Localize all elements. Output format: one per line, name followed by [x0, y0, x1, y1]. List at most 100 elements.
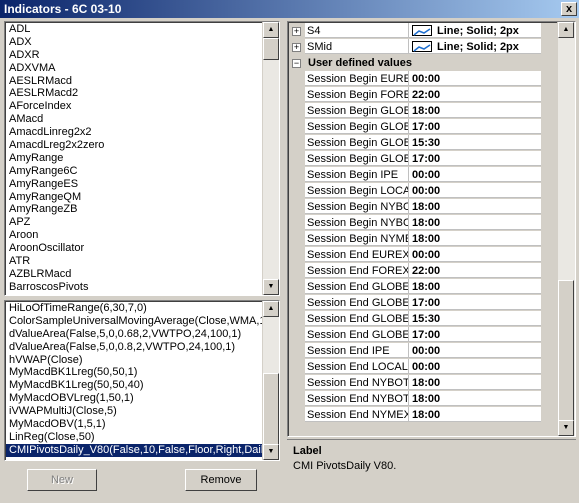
property-value[interactable]: Line; Solid; 2px [409, 39, 541, 54]
list-item[interactable]: AmyRange6C [6, 165, 262, 178]
list-item[interactable]: CMIPivotsDaily_V80(False,10,False,Floor,… [6, 443, 262, 457]
property-value[interactable]: 15:30 [409, 135, 541, 150]
row-gutter [289, 183, 305, 199]
list-item[interactable]: AMacd [6, 113, 262, 126]
applied-indicators-list[interactable]: HiLoOfTimeRange(6,30,7,0) ColorSampleUniv… [4, 300, 280, 461]
row-gutter: − [289, 55, 305, 71]
line-style-icon [412, 25, 432, 36]
property-value[interactable]: 18:00 [409, 103, 541, 118]
list-item[interactable]: MyMacdOBVLreg(1,50,1) [6, 392, 262, 405]
expand-icon[interactable]: + [292, 27, 301, 36]
scroll-down-icon[interactable]: ▼ [558, 420, 574, 436]
description-title: Label [293, 445, 322, 457]
property-value[interactable]: 18:00 [409, 215, 541, 230]
property-grid[interactable]: + S4 Line; Solid; 2px + SMid Line; Solid; 2px… [287, 21, 576, 437]
property-value[interactable]: 00:00 [409, 183, 541, 198]
list-item[interactable]: AESLRMacd2 [6, 87, 262, 100]
property-value[interactable]: 18:00 [409, 199, 541, 214]
indicator-list-scrollbar[interactable]: ▲ ▼ [262, 22, 279, 295]
remove-button[interactable]: Remove [185, 469, 257, 491]
list-item[interactable]: APZ [6, 216, 262, 229]
property-value[interactable]: 18:00 [409, 279, 541, 294]
property-value[interactable]: 17:00 [409, 151, 541, 166]
list-item[interactable]: iVWAPMultiJ(Close,5) [6, 405, 262, 418]
scroll-down-icon[interactable]: ▼ [263, 444, 279, 460]
list-item[interactable]: LinReg(Close,50) [6, 431, 262, 444]
applied-list-scrollbar[interactable]: ▲ ▼ [262, 301, 279, 460]
list-item[interactable]: ADL [6, 23, 262, 36]
property-value[interactable]: 00:00 [409, 71, 541, 86]
property-value[interactable]: 18:00 [409, 375, 541, 390]
list-item[interactable]: AZBLRMacd [6, 268, 262, 281]
close-button[interactable]: x [561, 2, 577, 16]
list-item[interactable]: AmacdLreg2x2zero [6, 139, 262, 152]
property-name: Session End GLOBEX Int [305, 311, 409, 326]
list-item[interactable]: dValueArea(False,5,0,0.8,2,VWTPO,24,100,… [6, 341, 262, 354]
list-item[interactable]: BarroscosPivots [6, 281, 262, 294]
list-item[interactable]: ColorSampleUniversalMovingAverage(Close,… [6, 315, 262, 328]
list-item[interactable]: Aroon [6, 229, 262, 242]
new-button[interactable]: New [27, 469, 97, 491]
row-gutter [289, 151, 305, 167]
list-item[interactable]: AmacdLinreg2x2 [6, 126, 262, 139]
property-value[interactable]: 18:00 [409, 231, 541, 246]
list-item[interactable]: AmyRangeZB [6, 203, 262, 216]
list-item[interactable]: ADXR [6, 49, 262, 62]
property-name: Session End LOCAL [305, 359, 409, 374]
property-name: Session Begin GLOBEX [305, 135, 409, 150]
property-name: Session End FOREX (GM [305, 263, 409, 278]
property-name: S4 [305, 23, 409, 38]
scroll-down-icon[interactable]: ▼ [263, 279, 279, 295]
property-value[interactable]: 18:00 [409, 407, 541, 422]
property-name: Session Begin FOREX (GM [305, 87, 409, 102]
collapse-icon[interactable]: − [292, 59, 301, 68]
property-value[interactable]: Line; Solid; 2px [409, 23, 541, 38]
list-item[interactable]: ADXVMA [6, 62, 262, 75]
list-item[interactable]: MyMacdBK1Lreg(50,50,1) [6, 366, 262, 379]
list-item[interactable]: MyMacdOBV(1,5,1) [6, 418, 262, 431]
scroll-thumb[interactable] [263, 38, 279, 60]
list-item[interactable]: MyMacdBK1Lreg(50,50,40) [6, 379, 262, 392]
list-item[interactable]: ADX [6, 36, 262, 49]
indicator-list[interactable]: ADL ADX ADXR ADXVMA AESLRMacd AESLRMacd2 AForc… [4, 21, 280, 296]
property-name: Session End IPE [305, 343, 409, 358]
row-gutter [289, 215, 305, 231]
property-value[interactable]: 15:30 [409, 311, 541, 326]
property-value[interactable]: 17:00 [409, 295, 541, 310]
property-value[interactable]: 22:00 [409, 263, 541, 278]
property-value[interactable]: 17:00 [409, 119, 541, 134]
property-name: Session End NYBOT [305, 375, 409, 390]
property-value[interactable]: 22:00 [409, 87, 541, 102]
list-item[interactable]: AmyRangeQM [6, 191, 262, 204]
list-item[interactable]: AroonOscillator [6, 242, 262, 255]
property-grid-scrollbar[interactable]: ▲ ▼ [557, 22, 575, 436]
property-value[interactable]: 00:00 [409, 359, 541, 374]
row-gutter [289, 167, 305, 183]
property-value[interactable]: 18:00 [409, 391, 541, 406]
scroll-up-icon[interactable]: ▲ [263, 301, 279, 317]
list-item[interactable]: AESLRMacd [6, 75, 262, 88]
line-style-icon [412, 41, 432, 52]
property-value[interactable]: 00:00 [409, 343, 541, 358]
row-gutter [289, 231, 305, 247]
category-row[interactable]: − User defined values [289, 55, 544, 71]
scroll-thumb[interactable] [263, 373, 279, 445]
expand-icon[interactable]: + [292, 43, 301, 52]
property-value[interactable]: 00:00 [409, 247, 541, 262]
list-item[interactable]: AmyRange [6, 152, 262, 165]
list-item[interactable]: dValueArea(False,5,0,0.68,2,VWTPO,24,100… [6, 328, 262, 341]
property-value[interactable]: 17:00 [409, 327, 541, 342]
row-gutter [289, 279, 305, 295]
list-item[interactable]: AForceIndex [6, 100, 262, 113]
scroll-up-icon[interactable]: ▲ [263, 22, 279, 38]
row-gutter [289, 391, 305, 407]
row-gutter [289, 103, 305, 119]
property-value[interactable]: 00:00 [409, 167, 541, 182]
scroll-thumb[interactable] [558, 280, 574, 422]
list-item[interactable]: HiLoOfTimeRange(6,30,7,0) [6, 302, 262, 315]
scroll-up-icon[interactable]: ▲ [558, 22, 574, 38]
list-item[interactable]: hVWAP(Close) [6, 354, 262, 367]
row-gutter [289, 119, 305, 135]
list-item[interactable]: AmyRangeES [6, 178, 262, 191]
list-item[interactable]: ATR [6, 255, 262, 268]
